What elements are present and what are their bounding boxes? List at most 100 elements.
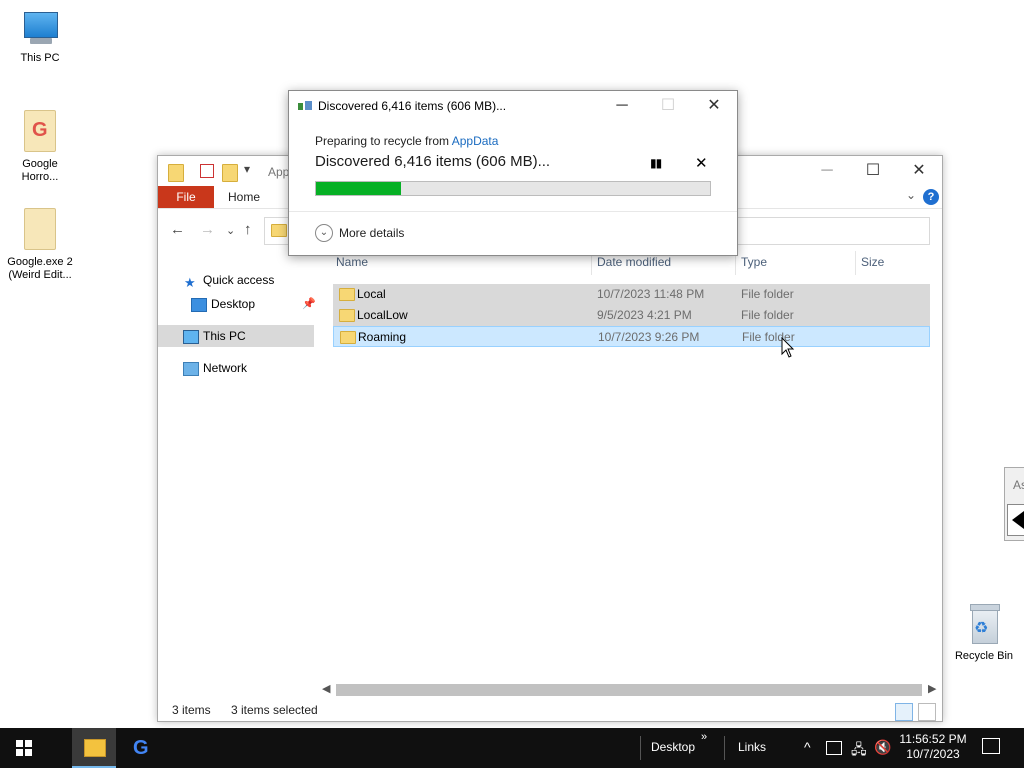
star-icon: ★ — [184, 275, 196, 290]
column-header-size[interactable]: Size — [861, 255, 884, 269]
scrollbar-thumb[interactable] — [336, 684, 922, 696]
row-name: LocalLow — [357, 308, 408, 322]
explorer-title: App — [268, 165, 290, 179]
links-toolbar[interactable]: Links — [738, 740, 766, 754]
forward-arrow-icon[interactable]: → — [200, 221, 215, 238]
help-icon[interactable]: ? — [923, 189, 939, 205]
column-header-date[interactable]: Date modified — [597, 255, 671, 269]
nav-label: Network — [203, 361, 248, 375]
nav-item-desktop[interactable]: Desktop 📌 — [158, 293, 316, 315]
preparing-label: Preparing to recycle from — [315, 134, 450, 148]
file-operation-icon — [298, 101, 312, 111]
row-type: File folder — [741, 287, 794, 301]
windows-start-icon[interactable] — [16, 740, 32, 756]
properties-icon[interactable] — [200, 164, 214, 178]
chevron-down-icon: ⌄ — [315, 224, 333, 242]
progress-bar — [315, 181, 711, 196]
nav-item-network[interactable]: Network — [158, 357, 314, 379]
folder-icon — [339, 309, 355, 322]
recent-locations-chevron-icon[interactable]: ⌄ — [226, 224, 235, 237]
notifications-icon[interactable] — [982, 738, 1000, 754]
column-header-type[interactable]: Type — [741, 255, 767, 269]
navigation-pane: ★ Quick access Desktop 📌 This PC Network — [158, 251, 318, 691]
desktop-folder-icon — [191, 298, 207, 312]
nav-item-this-pc[interactable]: This PC — [158, 325, 314, 347]
row-name: Roaming — [358, 330, 407, 344]
file-icon — [24, 208, 56, 250]
table-row[interactable]: LocalLow 9/5/2023 4:21 PM File folder — [333, 305, 930, 326]
close-icon[interactable]: ✕ — [896, 156, 942, 186]
close-icon[interactable]: ✕ — [691, 91, 737, 121]
folder-icon — [84, 739, 106, 757]
network-icon — [183, 362, 199, 376]
security-icon[interactable] — [826, 741, 842, 755]
source-folder-link[interactable]: AppData — [452, 134, 499, 148]
customize-quick-access-icon[interactable]: ▾ — [244, 162, 250, 178]
folder-icon — [271, 224, 287, 237]
desktop-icon-this-pc[interactable]: This PC — [0, 12, 80, 65]
desktop-icon-google-exe[interactable]: Google.exe 2 (Weird Edit... — [0, 208, 80, 282]
mouse-cursor-icon — [781, 337, 795, 358]
large-icons-view-icon[interactable] — [918, 703, 936, 721]
item-count: 3 items — [172, 703, 211, 717]
back-triangle-icon — [1012, 511, 1024, 529]
table-row[interactable]: Local 10/7/2023 11:48 PM File folder — [333, 284, 930, 305]
row-date: 10/7/2023 11:48 PM — [597, 287, 705, 301]
horizontal-scrollbar[interactable]: ◀ ▶ — [318, 682, 940, 698]
computer-icon — [20, 12, 60, 48]
desktop-icon-google-horror[interactable]: G Google Horro... — [0, 110, 80, 184]
folder-icon — [339, 288, 355, 301]
desktop-toolbar[interactable]: Desktop — [651, 740, 695, 754]
back-arrow-icon[interactable]: ← — [170, 221, 185, 238]
preparing-text: Preparing to recycle from AppData — [315, 134, 498, 148]
row-name: Local — [357, 287, 386, 301]
progress-fill — [316, 182, 401, 195]
nav-label: Quick access — [203, 273, 275, 287]
column-header-name[interactable]: Name — [336, 255, 368, 269]
show-hidden-icons-chevron-icon[interactable]: ^ — [804, 739, 811, 755]
row-type: File folder — [741, 308, 794, 322]
row-date: 9/5/2023 4:21 PM — [597, 308, 692, 322]
nav-label: This PC — [203, 329, 246, 343]
table-row[interactable]: Roaming 10/7/2023 9:26 PM File folder — [333, 326, 930, 347]
partial-window[interactable]: As — [1004, 467, 1024, 541]
desktop-icon-recycle-bin[interactable]: ♻ Recycle Bin — [944, 604, 1024, 662]
row-date: 10/7/2023 9:26 PM — [598, 330, 700, 344]
scroll-left-icon[interactable]: ◀ — [322, 682, 330, 695]
clock-time: 11:56:52 PM — [899, 732, 967, 746]
ribbon-expand-chevron-icon[interactable]: ⌄ — [906, 188, 916, 202]
partial-window-text: As — [1013, 478, 1024, 492]
desktop-icon-label: Google Horro... — [21, 158, 59, 183]
cancel-icon[interactable]: ✕ — [695, 154, 708, 172]
recycle-bin-icon: ♻ — [967, 604, 1001, 644]
details-view-icon[interactable] — [895, 703, 913, 721]
maximize-icon[interactable]: ☐ — [850, 156, 896, 186]
system-clock[interactable]: 11:56:52 PM 10/7/2023 — [896, 732, 970, 762]
pause-icon[interactable]: ▮▮ — [650, 156, 662, 170]
dialog-title: Discovered 6,416 items (606 MB)... — [318, 99, 507, 113]
nav-item-quick-access[interactable]: ★ Quick access — [158, 269, 314, 291]
network-icon[interactable]: 🖧 — [851, 739, 867, 763]
new-folder-icon[interactable] — [222, 164, 238, 182]
google-icon[interactable]: G — [133, 737, 149, 760]
computer-icon — [183, 330, 199, 344]
tab-home[interactable]: Home — [228, 186, 260, 208]
desktop-icon-label: Google.exe 2 (Weird Edit... — [7, 256, 73, 281]
tab-file[interactable]: File — [158, 186, 214, 208]
discovered-status: Discovered 6,416 items (606 MB)... — [315, 153, 551, 170]
toolbar-chevron-icon[interactable]: » — [701, 731, 707, 743]
up-arrow-icon[interactable]: ↑ — [244, 221, 252, 238]
desktop-icon-label: This PC — [20, 52, 60, 64]
taskbar-file-explorer[interactable] — [72, 728, 116, 768]
minimize-icon[interactable]: ─ — [599, 91, 645, 121]
clock-date: 10/7/2023 — [906, 747, 960, 761]
minimize-icon[interactable]: ─ — [804, 156, 850, 186]
volume-muted-icon[interactable]: 🔇 — [874, 739, 891, 756]
scroll-right-icon[interactable]: ▶ — [928, 682, 936, 695]
taskbar: G Desktop » Links ^ 🖧 🔇 11:56:52 PM 10/7… — [0, 728, 1024, 768]
status-bar: 3 items 3 items selected — [158, 700, 942, 721]
selected-count: 3 items selected — [231, 703, 318, 717]
recycle-progress-dialog[interactable]: Discovered 6,416 items (606 MB)... ─ ☐ ✕… — [288, 90, 738, 256]
file-icon: G — [24, 110, 56, 152]
nav-label: Desktop — [211, 297, 256, 311]
